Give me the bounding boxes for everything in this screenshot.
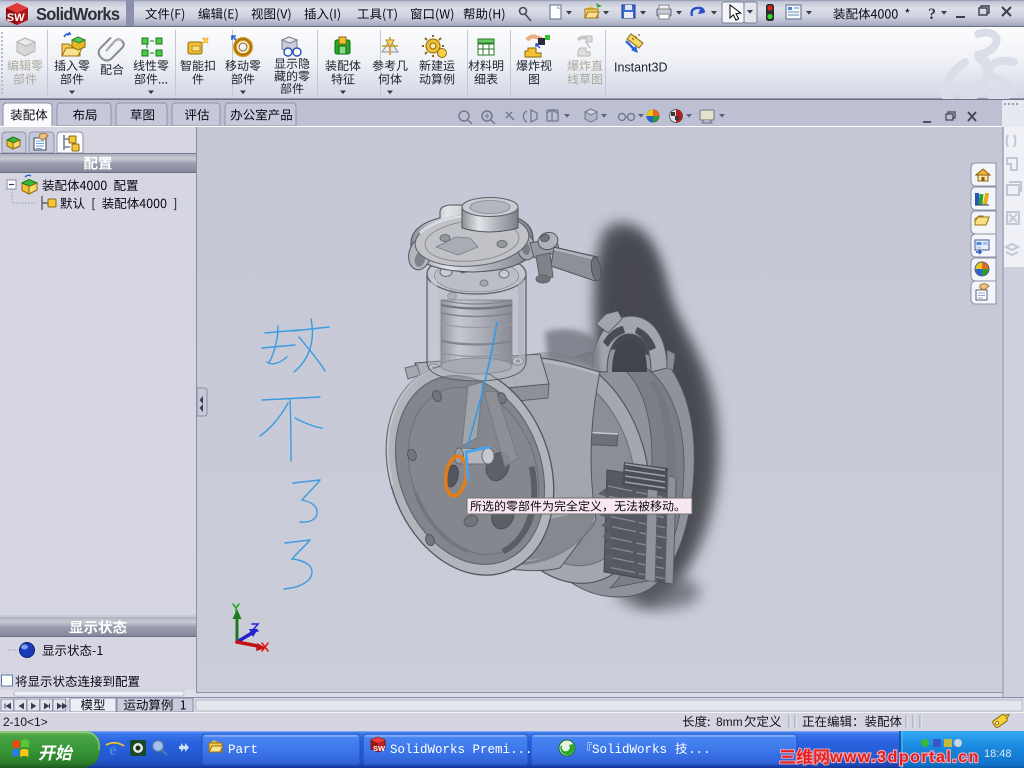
svg-text:?: ? — [928, 6, 936, 23]
svg-text:SW: SW — [373, 744, 386, 753]
svg-text:SW: SW — [6, 12, 25, 24]
svg-text:SolidWorks Premi...: SolidWorks Premi... — [390, 743, 533, 757]
svg-text:www.3dportal.cn: www.3dportal.cn — [829, 749, 980, 766]
svg-text:Part: Part — [228, 743, 258, 757]
svg-text:8mm: 8mm — [716, 715, 743, 729]
svg-text:...: ... — [688, 743, 711, 757]
svg-text:Instant3D: Instant3D — [614, 61, 668, 75]
svg-text:SolidWorks: SolidWorks — [36, 3, 120, 24]
svg-text:SolidWorks: SolidWorks — [592, 743, 667, 757]
svg-text:2-10<1>: 2-10<1> — [3, 715, 48, 729]
svg-text:18:48: 18:48 — [984, 748, 1012, 760]
